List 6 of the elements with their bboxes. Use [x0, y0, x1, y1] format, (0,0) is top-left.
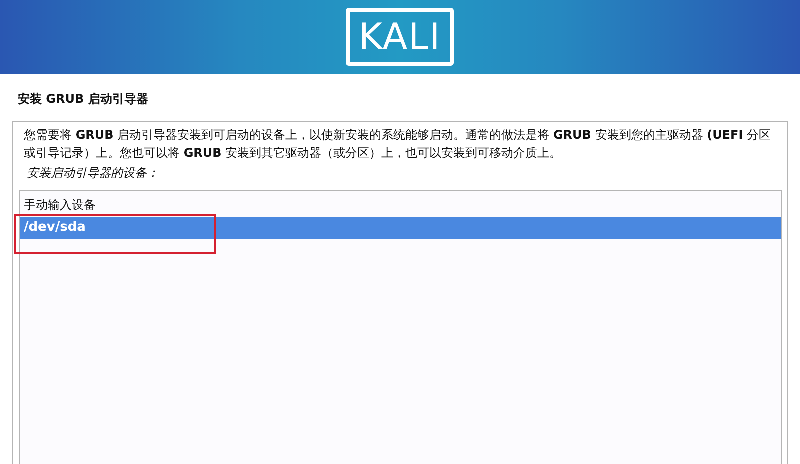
device-item[interactable]: 手动输入设备 [20, 193, 781, 217]
logo-text: KALI [358, 16, 442, 58]
device-item[interactable]: /dev/sda [20, 217, 781, 239]
description-text: 您需要将 GRUB 启动引导器安装到可启动的设备上，以使新安装的系统能够启动。通常的做法是将 GRUB 安装到您的主驱动器 (UEFI 分区或引导记录）上。您也可以将 GRUB 安装到其它驱动器（或分区）上，也可以安装到可移动介质上。 [23, 127, 772, 162]
prompt-label: 安装启动引导器的设备： [26, 165, 160, 182]
page-title: 安装 GRUB 启动引导器 [17, 91, 150, 105]
